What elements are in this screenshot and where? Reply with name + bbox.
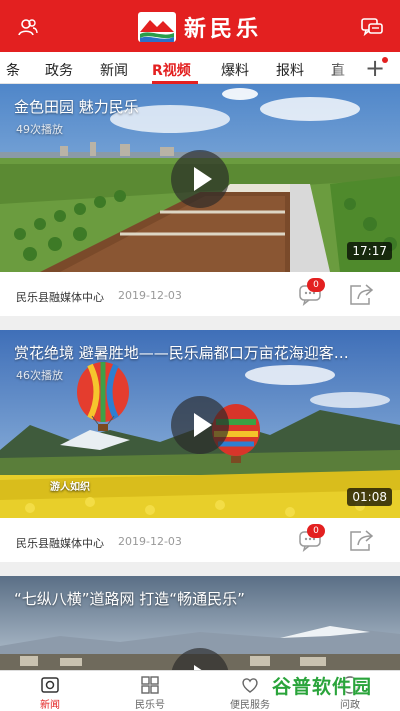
nav-item-news[interactable]: 新闻 <box>10 673 90 711</box>
tab-item-active[interactable]: R视频 <box>152 60 191 80</box>
tab-item[interactable]: 条 <box>6 60 20 80</box>
watermark-text: 谷普软件园 <box>272 676 373 698</box>
news-icon <box>40 675 60 695</box>
tab-fade <box>330 52 360 83</box>
heart-icon <box>240 675 260 695</box>
video-date: 2019-12-03 <box>118 535 182 548</box>
channel-tabs: 条 政务 新闻 R视频 爆料 报料 直 + <box>0 52 400 84</box>
user-icon[interactable] <box>14 13 42 41</box>
comment-count-badge: 0 <box>307 278 325 292</box>
message-icon[interactable] <box>358 13 386 41</box>
video-thumbnail[interactable]: 金色田园 魅力民乐 49次播放 17:17 <box>0 84 400 272</box>
app-screen: 新民乐 条 政务 新闻 R视频 爆料 报料 直 + <box>0 0 400 711</box>
comment-count-badge: 0 <box>307 524 325 538</box>
video-title: “七纵八横”道路网 打造“畅通民乐” <box>14 590 245 608</box>
video-card[interactable]: 金色田园 魅力民乐 49次播放 17:17 民乐县融媒体中心 2019-12-0… <box>0 84 400 316</box>
app-header: 新民乐 <box>0 0 400 52</box>
share-icon[interactable] <box>348 528 374 552</box>
video-card[interactable]: 赏花绝境 避暑胜地——民乐扁都口万亩花海迎客… 46次播放 游人如织 01:08… <box>0 330 400 562</box>
video-card[interactable]: “七纵八横”道路网 打造“畅通民乐” <box>0 576 400 670</box>
share-icon[interactable] <box>348 282 374 306</box>
nav-label: 新闻 <box>40 700 60 711</box>
video-source: 民乐县融媒体中心 <box>16 537 104 550</box>
app-logo: 新民乐 <box>138 12 262 42</box>
tab-item[interactable]: 爆料 <box>221 60 249 80</box>
play-count: 46次播放 <box>16 369 63 382</box>
video-date: 2019-12-03 <box>118 289 182 302</box>
play-icon[interactable] <box>171 396 229 454</box>
play-count: 49次播放 <box>16 123 63 136</box>
video-source: 民乐县融媒体中心 <box>16 291 104 304</box>
video-duration: 17:17 <box>347 242 392 260</box>
site-watermark: 谷普软件园 <box>272 672 394 706</box>
video-overlay-caption: 游人如织 <box>50 482 90 493</box>
nav-label: 民乐号 <box>135 700 165 711</box>
video-duration: 01:08 <box>347 488 392 506</box>
tab-item[interactable]: 报料 <box>276 60 304 80</box>
video-thumbnail[interactable]: 赏花绝境 避暑胜地——民乐扁都口万亩花海迎客… 46次播放 游人如织 01:08 <box>0 330 400 518</box>
video-thumbnail[interactable]: “七纵八横”道路网 打造“畅通民乐” <box>0 576 400 670</box>
video-title: 金色田园 魅力民乐 <box>14 98 139 116</box>
tab-item[interactable]: 新闻 <box>100 60 128 80</box>
nav-item-minle-hao[interactable]: 民乐号 <box>110 673 190 711</box>
tab-item[interactable]: 政务 <box>45 60 73 80</box>
video-title: 赏花绝境 避暑胜地——民乐扁都口万亩花海迎客… <box>14 344 349 362</box>
grid-icon <box>140 675 160 695</box>
logo-mark <box>138 12 176 42</box>
logo-text: 新民乐 <box>184 16 263 42</box>
play-icon[interactable] <box>171 150 229 208</box>
notification-dot <box>382 57 388 63</box>
